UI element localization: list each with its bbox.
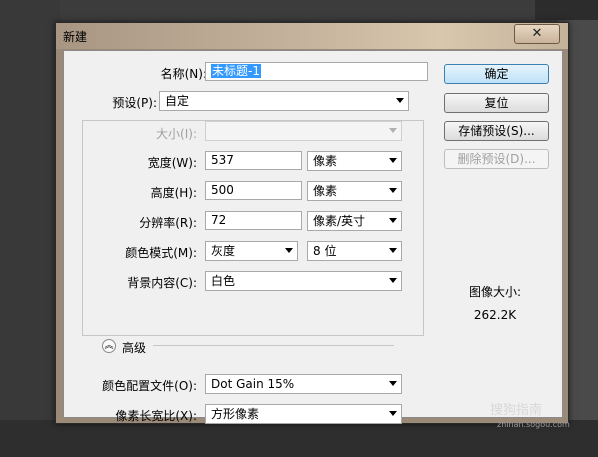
size-select[interactable]: [205, 121, 402, 141]
image-size-value: 262.2K: [473, 308, 517, 322]
close-button[interactable]: ✕: [514, 24, 560, 44]
advanced-divider: [153, 345, 394, 346]
height-unit: 像素: [313, 184, 338, 198]
bitdepth-select[interactable]: 8 位: [307, 241, 402, 261]
width-unit-select[interactable]: 像素: [307, 151, 402, 171]
advanced-toggle[interactable]: ︽: [102, 339, 116, 353]
bitdepth-value: 8 位: [313, 244, 337, 258]
watermark-logo: 搜狗指南: [490, 403, 543, 418]
resolution-unit-select[interactable]: 像素/英寸: [307, 211, 402, 231]
size-label: 大小(I):: [156, 127, 197, 141]
chevron-down-icon: [389, 218, 397, 223]
resolution-input[interactable]: 72: [205, 211, 302, 230]
colormode-label: 颜色模式(M):: [125, 246, 197, 260]
preset-label: 预设(P):: [112, 96, 157, 110]
background-value: 白色: [211, 274, 236, 288]
advanced-label: 高级: [122, 341, 147, 355]
preset-value: 自定: [165, 94, 190, 108]
chevron-down-icon: [396, 98, 404, 103]
height-value: 500: [211, 183, 234, 197]
height-label: 高度(H):: [150, 186, 197, 200]
close-icon: ✕: [531, 26, 543, 41]
preset-select[interactable]: 自定: [159, 91, 409, 111]
background-strip: [535, 0, 598, 20]
chevron-down-icon: [285, 248, 293, 253]
title-bar[interactable]: 新建 ✕: [56, 23, 568, 49]
colormode-select[interactable]: 灰度: [205, 241, 298, 261]
resolution-unit: 像素/英寸: [313, 214, 366, 228]
save-preset-button[interactable]: 存储预设(S)...: [444, 121, 549, 141]
watermark-url: zhinan.sogou.com: [497, 420, 570, 429]
resolution-value: 72: [211, 213, 227, 227]
chevron-up-icon: ︽: [104, 341, 114, 351]
reset-button[interactable]: 复位: [444, 93, 549, 113]
new-document-dialog: 新建 ✕ 名称(N): 未标题-1 预设(P): 自定 大小(I): 宽度(W)…: [55, 22, 569, 424]
width-unit: 像素: [313, 154, 338, 168]
name-input[interactable]: 未标题-1: [205, 62, 428, 81]
chevron-down-icon: [389, 381, 397, 386]
dialog-body: 名称(N): 未标题-1 预设(P): 自定 大小(I): 宽度(W): 537…: [63, 50, 563, 424]
background-label: 背景内容(C):: [127, 276, 197, 290]
ok-button[interactable]: 确定: [444, 64, 549, 84]
image-size-label: 图像大小:: [468, 285, 522, 299]
name-label: 名称(N):: [160, 67, 207, 81]
name-value: 未标题-1: [211, 64, 261, 78]
colormode-value: 灰度: [211, 244, 236, 258]
chevron-down-icon: [389, 128, 397, 133]
background-left: [0, 0, 60, 457]
chevron-down-icon: [389, 188, 397, 193]
chevron-down-icon: [389, 278, 397, 283]
background-select[interactable]: 白色: [205, 271, 402, 291]
width-input[interactable]: 537: [205, 151, 302, 170]
height-input[interactable]: 500: [205, 181, 302, 200]
dialog-title: 新建: [63, 30, 88, 44]
aspect-label: 像素长宽比(X):: [115, 409, 197, 423]
chevron-down-icon: [389, 411, 397, 416]
profile-value: Dot Gain 15%: [211, 377, 295, 391]
delete-preset-button[interactable]: 删除预设(D)...: [444, 149, 549, 169]
width-label: 宽度(W):: [147, 156, 197, 170]
aspect-select[interactable]: 方形像素: [205, 404, 402, 424]
chevron-down-icon: [389, 158, 397, 163]
profile-select[interactable]: Dot Gain 15%: [205, 374, 402, 394]
resolution-label: 分辨率(R):: [139, 216, 197, 230]
aspect-value: 方形像素: [211, 407, 260, 421]
height-unit-select[interactable]: 像素: [307, 181, 402, 201]
profile-label: 颜色配置文件(O):: [102, 379, 197, 393]
width-value: 537: [211, 153, 234, 167]
chevron-down-icon: [389, 248, 397, 253]
